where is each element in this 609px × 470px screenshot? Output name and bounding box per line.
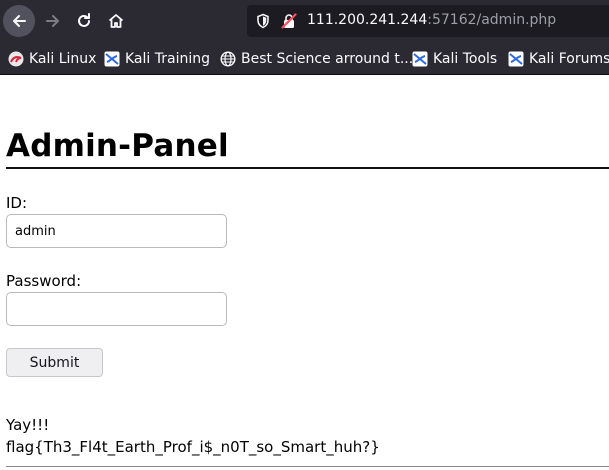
globe-icon [220, 51, 236, 67]
title-divider [6, 167, 609, 169]
bookmark-label: Kali Linux [29, 51, 97, 67]
insecure-lock-icon[interactable] [281, 13, 297, 29]
url-host: 111.200.241.244 [307, 12, 428, 28]
bookmark-kali-forums[interactable]: Kali Forums [508, 50, 609, 68]
kali-icon [508, 51, 524, 67]
bookmark-kali-training[interactable]: Kali Training [104, 50, 210, 68]
shield-icon[interactable] [255, 13, 271, 29]
bookmark-label: Best Science arround t... [241, 51, 414, 67]
bookmark-best-science[interactable]: Best Science arround t... [220, 50, 413, 68]
bottom-divider [6, 466, 609, 467]
kali-icon [104, 51, 120, 67]
forward-button[interactable] [37, 5, 69, 37]
address-bar[interactable]: 111.200.241.244:57162/admin.php [247, 5, 609, 37]
id-input[interactable] [6, 214, 227, 248]
home-button[interactable] [100, 5, 132, 37]
bookmark-label: Kali Forums [529, 51, 609, 67]
password-label: Password: [6, 272, 82, 290]
url-text[interactable]: 111.200.241.244:57162/admin.php [307, 12, 556, 28]
submit-button[interactable]: Submit [6, 348, 103, 377]
bookmark-label: Kali Tools [433, 51, 498, 67]
reload-icon [78, 13, 90, 27]
bookmark-label: Kali Training [125, 51, 210, 67]
bookmarks-bar: Kali Linux Kali Training Best Science ar… [0, 42, 609, 75]
bookmark-kali-linux[interactable]: Kali Linux [8, 50, 96, 68]
kali-icon [412, 51, 428, 67]
browser-toolbar: 111.200.241.244:57162/admin.php [0, 0, 609, 42]
arrow-right-icon [46, 15, 59, 27]
bookmark-kali-tools[interactable]: Kali Tools [412, 50, 497, 68]
home-icon [108, 14, 124, 28]
flag-text: flag{Th3_Fl4t_Earth_Prof_i$_n0T_so_Smart… [6, 438, 380, 456]
password-input[interactable] [6, 292, 227, 326]
back-button[interactable] [3, 5, 35, 37]
page-title: Admin-Panel [6, 128, 229, 164]
reload-button[interactable] [68, 5, 100, 37]
result-message: Yay!!! [6, 416, 50, 434]
id-label: ID: [6, 194, 28, 212]
kali-icon [8, 51, 24, 67]
arrow-left-icon [13, 15, 26, 27]
url-path: :57162/admin.php [427, 12, 557, 28]
